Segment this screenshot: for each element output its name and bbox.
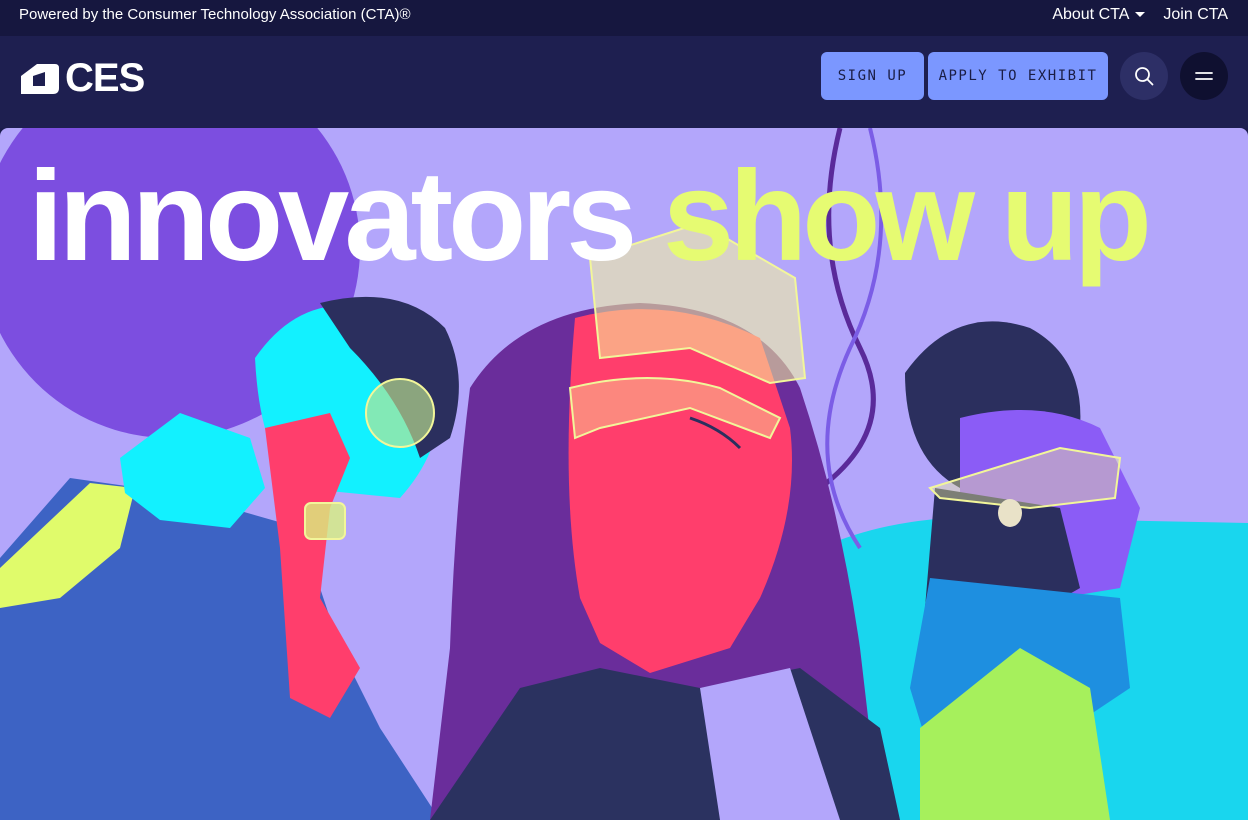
search-icon	[1135, 67, 1154, 86]
about-cta-label: About CTA	[1052, 6, 1130, 23]
join-cta-link[interactable]: Join CTA	[1163, 6, 1228, 24]
headline-white-text: innovators	[28, 145, 637, 288]
utility-bar: Powered by the Consumer Technology Assoc…	[0, 0, 1248, 36]
apply-to-exhibit-button[interactable]: APPLY TO EXHIBIT	[928, 52, 1108, 100]
caret-down-icon	[1135, 12, 1146, 18]
sign-up-button[interactable]: SIGN UP	[821, 52, 924, 100]
logo-wordmark: CES	[65, 56, 145, 100]
hero-headline: innovators show up	[28, 142, 1152, 292]
ces-logo-icon	[21, 64, 59, 94]
main-header: CES SIGN UP APPLY TO EXHIBIT	[0, 36, 1248, 128]
menu-icon	[1195, 72, 1213, 80]
ces-logo[interactable]: CES	[19, 56, 145, 100]
headline-yellow-text: show up	[662, 145, 1152, 288]
search-button[interactable]	[1120, 52, 1168, 100]
about-cta-dropdown[interactable]: About CTA	[1052, 6, 1146, 24]
powered-by-text: Powered by the Consumer Technology Assoc…	[19, 6, 411, 23]
hero-banner: innovators show up	[0, 128, 1248, 820]
menu-button[interactable]	[1180, 52, 1228, 100]
utility-nav: About CTA Join CTA	[1052, 6, 1228, 24]
